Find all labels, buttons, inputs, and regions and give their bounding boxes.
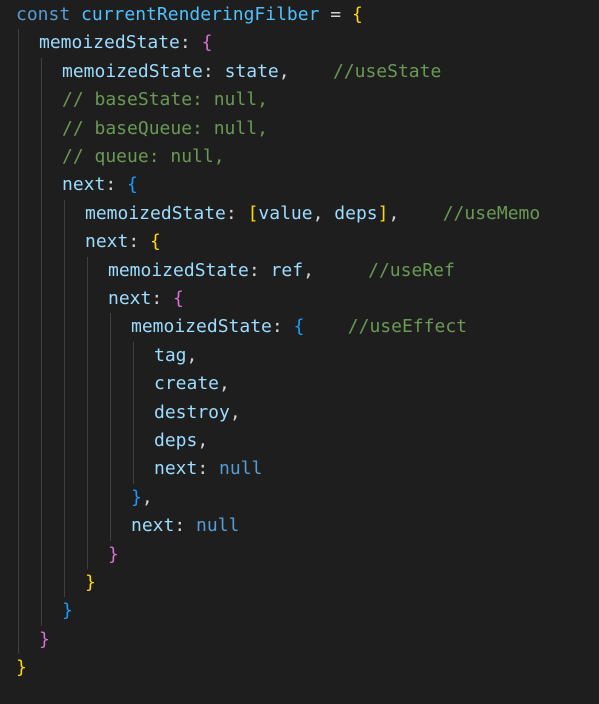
code-token: memoizedState (85, 202, 226, 224)
code-token: , (186, 344, 198, 366)
code-token: = (319, 4, 352, 25)
code-token: } (62, 600, 73, 622)
code-token: tag (154, 344, 187, 366)
code-token: , (141, 486, 153, 508)
code-line[interactable]: next: { (108, 285, 184, 313)
indent-guide (41, 57, 42, 626)
code-token: null (219, 458, 263, 480)
code-token: next (85, 231, 129, 253)
code-token: { (351, 4, 363, 25)
code-token: next (154, 458, 198, 480)
indent-guide (87, 256, 88, 569)
code-line[interactable]: // queue: null, (62, 143, 225, 171)
code-line[interactable]: memoizedState: { //useEffect (131, 313, 467, 341)
code-line[interactable]: memoizedState: [value, deps], //useMemo (85, 200, 540, 228)
code-token: { (150, 231, 161, 253)
code-token: deps (154, 430, 198, 451)
code-token: , (219, 373, 230, 395)
indent-guide (133, 341, 134, 484)
code-line[interactable]: // baseState: null, (62, 86, 268, 114)
code-token: memoizedState (39, 32, 180, 54)
indent-guide (18, 29, 19, 655)
code-token: null (196, 515, 240, 537)
code-token: : (128, 231, 151, 253)
code-token: : (105, 174, 128, 196)
code-line[interactable]: } (85, 569, 96, 597)
code-token: //useRef (368, 259, 455, 281)
code-token: : (225, 202, 248, 224)
code-token: //useMemo (442, 202, 541, 224)
code-line[interactable]: create, (154, 370, 230, 398)
code-token: ref (270, 259, 304, 281)
code-line[interactable]: destroy, (154, 399, 241, 427)
code-token: : (197, 458, 220, 480)
code-line[interactable]: const currentRenderingFilber = { (16, 1, 363, 29)
code-token: { (293, 316, 305, 338)
code-token: , (303, 259, 369, 281)
code-line[interactable]: deps, (154, 427, 208, 455)
code-line[interactable]: } (108, 541, 119, 569)
code-token: : (202, 60, 225, 82)
code-token: : (271, 316, 294, 338)
code-token: //useState (332, 60, 442, 82)
code-token: } (108, 543, 119, 565)
code-token: { (127, 174, 138, 196)
code-token: state (224, 60, 279, 82)
code-token: , (197, 430, 209, 451)
code-token: { (173, 288, 184, 309)
code-line[interactable]: next: null (131, 512, 239, 540)
code-token: create (154, 373, 220, 395)
code-line[interactable]: memoizedState: { (39, 29, 212, 57)
code-token: currentRenderingFilber (81, 4, 320, 25)
code-token: ] (377, 202, 389, 224)
code-token: { (201, 32, 213, 54)
code-line[interactable]: } (16, 654, 27, 682)
code-token: next (131, 515, 175, 537)
code-line[interactable]: } (39, 626, 50, 654)
code-line[interactable]: } (62, 597, 73, 625)
code-token: memoizedState (131, 316, 272, 338)
code-token: : (179, 32, 202, 54)
code-line[interactable]: memoizedState: ref, //useRef (108, 257, 455, 285)
indent-guide (64, 199, 65, 598)
code-line[interactable]: next: { (85, 228, 161, 256)
code-token: value (258, 202, 313, 224)
code-line[interactable]: tag, (154, 342, 197, 370)
code-token: memoizedState (62, 60, 203, 82)
code-token: [ (247, 202, 259, 224)
code-token: } (131, 486, 142, 508)
code-token: } (39, 628, 50, 650)
code-token: , (229, 401, 241, 423)
code-line[interactable]: }, (131, 484, 153, 512)
code-line[interactable]: next: null (154, 455, 262, 483)
code-token: deps (334, 202, 378, 224)
code-token: memoizedState (108, 259, 249, 281)
code-token: next (62, 174, 106, 196)
code-editor[interactable]: const currentRenderingFilber = {memoized… (0, 0, 599, 704)
code-token: , (278, 60, 333, 82)
code-token: //useEffect (347, 316, 467, 338)
code-token: // baseQueue: null, (62, 117, 268, 139)
code-token: : (151, 288, 174, 309)
code-token: } (16, 657, 27, 679)
code-token: const (16, 4, 71, 25)
code-token: // queue: null, (62, 146, 225, 167)
code-token: destroy (154, 401, 230, 423)
code-token: // baseState: null, (62, 89, 268, 111)
code-token: : (174, 515, 197, 537)
code-token: : (248, 259, 271, 281)
indent-guide (110, 313, 111, 541)
code-line[interactable]: next: { (62, 171, 138, 199)
code-token: } (85, 572, 96, 593)
code-line[interactable]: memoizedState: state, //useState (62, 58, 441, 86)
code-token: , (312, 202, 335, 224)
code-token: next (108, 288, 152, 309)
code-line[interactable]: // baseQueue: null, (62, 115, 268, 143)
code-token: , (388, 202, 443, 224)
